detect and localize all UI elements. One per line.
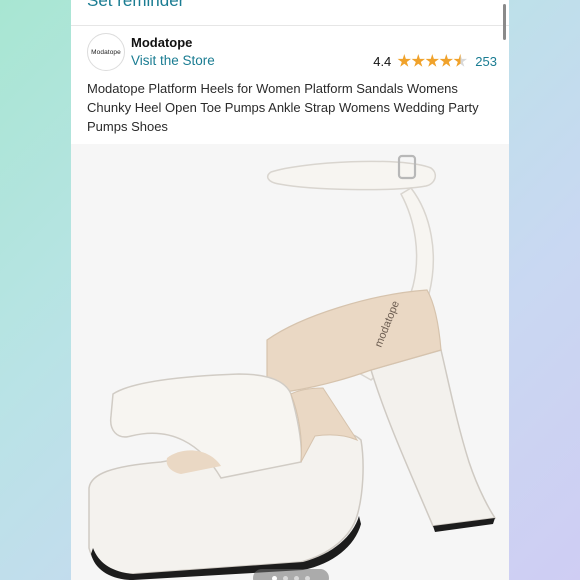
store-name: Modatope	[131, 35, 193, 50]
star-icon	[439, 54, 454, 67]
star-icon	[397, 54, 412, 67]
gallery-dot-2[interactable]	[283, 575, 288, 580]
star-rating	[397, 54, 468, 68]
product-page: Set reminder Modatope Modatope Visit the…	[71, 0, 509, 580]
store-logo-text: Modatope	[91, 48, 121, 56]
visit-store-link[interactable]: Visit the Store	[131, 53, 215, 68]
set-reminder-link[interactable]: Set reminder	[87, 0, 184, 11]
gallery-pagination[interactable]	[253, 569, 329, 580]
gallery-dot-1[interactable]	[272, 575, 277, 580]
rating-value: 4.4	[373, 53, 392, 69]
star-icon	[425, 54, 440, 67]
rating-summary[interactable]: 4.4 253	[373, 52, 497, 70]
star-icon	[411, 54, 426, 67]
product-title: Modatope Platform Heels for Women Platfo…	[87, 81, 479, 134]
rating-count[interactable]: 253	[475, 54, 497, 69]
store-row: Modatope Modatope Visit the Store 4.4 25…	[87, 33, 497, 73]
gallery-dot-4[interactable]	[305, 575, 310, 580]
product-image: modatope	[88, 154, 497, 580]
scrollbar[interactable]	[503, 4, 506, 40]
product-image-gallery[interactable]: modatope	[71, 144, 509, 580]
star-half-icon	[453, 54, 468, 67]
store-logo-icon[interactable]: Modatope	[87, 33, 125, 71]
gallery-dot-3[interactable]	[294, 575, 299, 580]
reminder-strip: Set reminder	[71, 0, 509, 26]
